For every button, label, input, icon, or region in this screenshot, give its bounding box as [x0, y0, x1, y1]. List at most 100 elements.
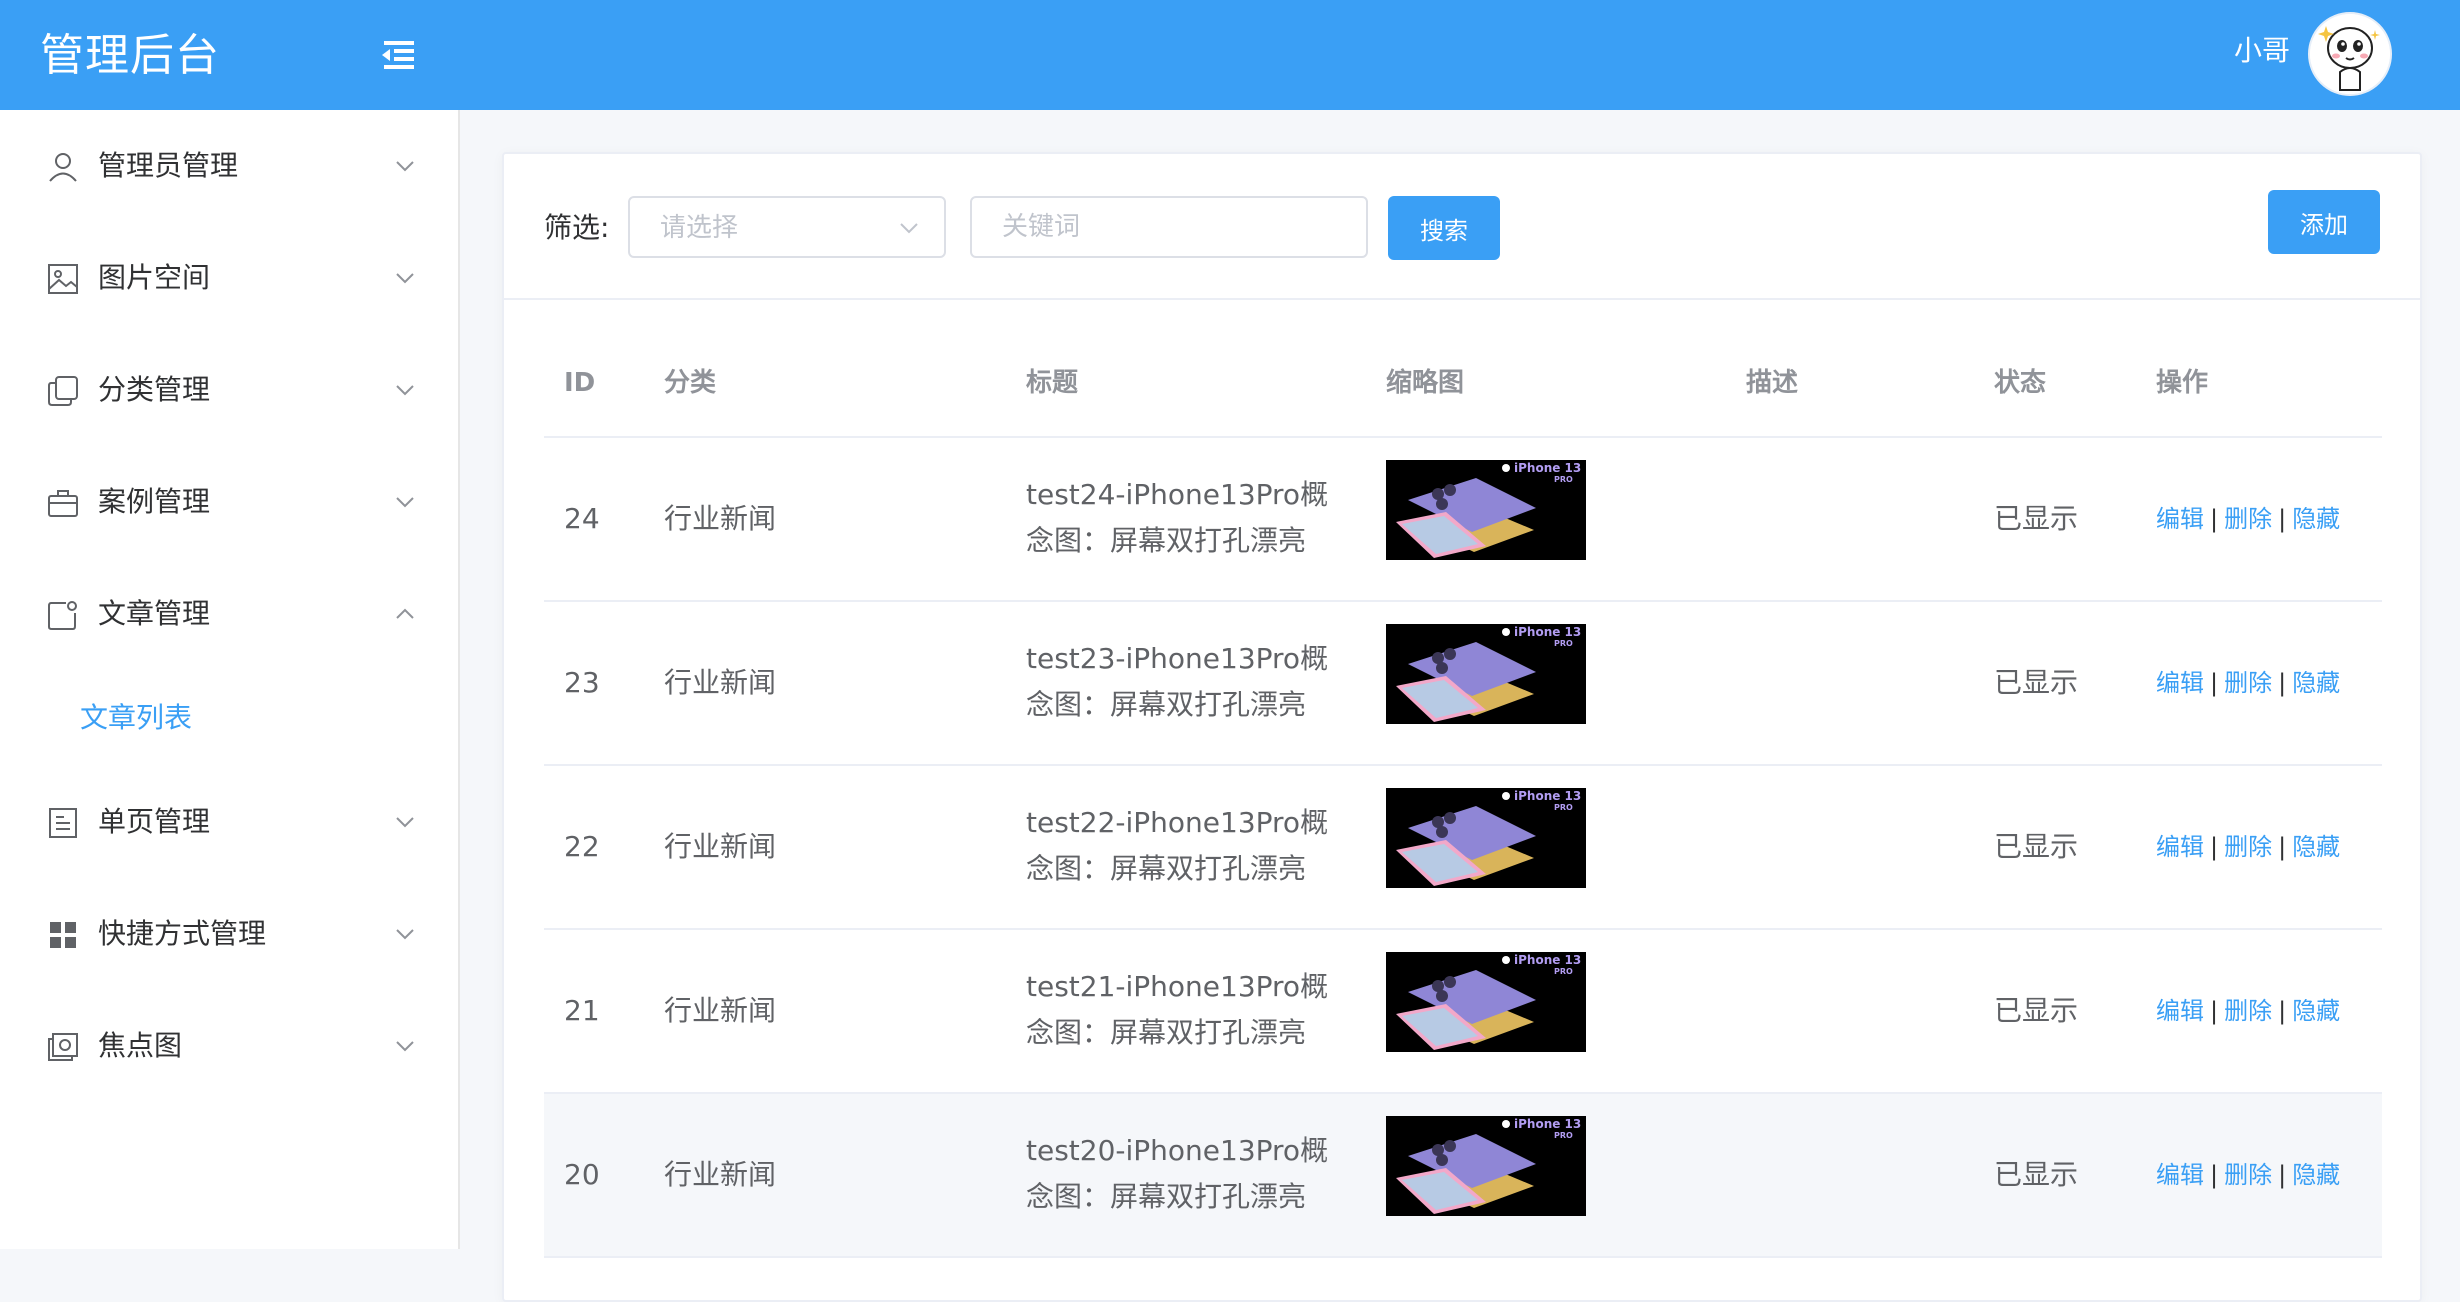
edit-link[interactable]: 编辑: [2156, 833, 2204, 861]
sidebar-item-pages[interactable]: 单页管理: [0, 766, 458, 878]
content-card: 筛选: 请选择 搜索 添加 ID 分类 标题 缩略图 描述 状态 操作 24 行…: [502, 152, 2422, 1302]
table-row: 20 行业新闻 test20-iPhone13Pro概念图：屏幕双打孔漂亮 iP…: [544, 1094, 2382, 1258]
edit-link[interactable]: 编辑: [2156, 997, 2204, 1025]
filter-bar: 筛选: 请选择 搜索 添加: [504, 154, 2420, 300]
column-header-status: 状态: [1994, 368, 2047, 398]
chevron-down-icon: [898, 220, 920, 236]
cell-actions: 编辑 | 删除 | 隐藏: [2156, 660, 2340, 706]
hide-link[interactable]: 隐藏: [2292, 997, 2340, 1025]
edit-link[interactable]: 编辑: [2156, 669, 2204, 697]
copy-icon: [46, 374, 80, 408]
cell-thumbnail: iPhone 13 PRO: [1386, 624, 1586, 724]
sidebar-subitem-label: 文章列表: [80, 701, 193, 734]
hide-link[interactable]: 隐藏: [2292, 669, 2340, 697]
action-separator: |: [2278, 997, 2287, 1025]
chevron-down-icon: [394, 158, 416, 174]
chevron-up-icon: [394, 606, 416, 622]
cell-thumbnail: iPhone 13 PRO: [1386, 788, 1586, 888]
cell-category: 行业新闻: [664, 502, 777, 535]
action-separator: |: [2210, 997, 2219, 1025]
chevron-down-icon: [394, 382, 416, 398]
hide-link[interactable]: 隐藏: [2292, 1161, 2340, 1189]
sidebar-item-admin[interactable]: 管理员管理: [0, 110, 458, 222]
action-separator: |: [2210, 833, 2219, 861]
user-name[interactable]: 小哥: [2234, 34, 2290, 68]
sidebar: 管理员管理 图片空间 分类管理 案例管理 文章管理 文章列表 单页管理 快捷方式…: [0, 110, 460, 1249]
cell-thumbnail: iPhone 13 PRO: [1386, 952, 1586, 1052]
table-row: 22 行业新闻 test22-iPhone13Pro概念图：屏幕双打孔漂亮 iP…: [544, 766, 2382, 930]
sidebar-item-label: 文章管理: [98, 597, 211, 630]
sidebar-item-articles[interactable]: 文章管理: [0, 558, 458, 670]
column-header-id: ID: [564, 368, 596, 398]
thumbnail-sub-text: PRO: [1554, 475, 1573, 484]
briefcase-icon: [46, 486, 80, 520]
hide-link[interactable]: 隐藏: [2292, 505, 2340, 533]
column-header-description: 描述: [1746, 368, 1799, 398]
cell-actions: 编辑 | 删除 | 隐藏: [2156, 988, 2340, 1034]
edit-link[interactable]: 编辑: [2156, 505, 2204, 533]
category-select[interactable]: 请选择: [628, 196, 946, 258]
cell-actions: 编辑 | 删除 | 隐藏: [2156, 824, 2340, 870]
cell-title: test24-iPhone13Pro概念图：屏幕双打孔漂亮: [1026, 478, 1329, 557]
sidebar-item-label: 案例管理: [98, 485, 211, 518]
thumbnail-sub-text: PRO: [1554, 967, 1573, 976]
user-icon: [46, 150, 80, 184]
sidebar-item-label: 焦点图: [98, 1029, 183, 1062]
chevron-down-icon: [394, 814, 416, 830]
hide-link[interactable]: 隐藏: [2292, 833, 2340, 861]
cell-title: test22-iPhone13Pro概念图：屏幕双打孔漂亮: [1026, 806, 1329, 885]
cell-title: test23-iPhone13Pro概念图：屏幕双打孔漂亮: [1026, 642, 1329, 721]
add-button[interactable]: 添加: [2268, 190, 2380, 254]
table-row: 24 行业新闻 test24-iPhone13Pro概念图：屏幕双打孔漂亮 iP…: [544, 438, 2382, 602]
cell-status: 已显示: [1994, 830, 2079, 863]
column-header-thumbnail: 缩略图: [1386, 368, 1465, 398]
cell-category: 行业新闻: [664, 830, 777, 863]
menu-collapse-icon[interactable]: [378, 38, 418, 72]
cell-thumbnail: iPhone 13 PRO: [1386, 460, 1586, 560]
avatar[interactable]: [2308, 12, 2392, 96]
column-header-category: 分类: [664, 368, 717, 398]
column-header-actions: 操作: [2156, 368, 2209, 398]
cell-id: 24: [564, 502, 600, 535]
cell-id: 22: [564, 830, 600, 863]
delete-link[interactable]: 删除: [2224, 833, 2272, 861]
search-button[interactable]: 搜索: [1388, 196, 1500, 260]
cell-id: 20: [564, 1158, 600, 1191]
thumbnail-brand-text: iPhone 13: [1514, 625, 1581, 639]
cell-status: 已显示: [1994, 994, 2079, 1027]
chevron-down-icon: [394, 1038, 416, 1054]
thumbnail-sub-text: PRO: [1554, 639, 1573, 648]
thumbnail-sub-text: PRO: [1554, 1131, 1573, 1140]
delete-link[interactable]: 删除: [2224, 1161, 2272, 1189]
sidebar-subitem-article-list[interactable]: 文章列表: [0, 670, 458, 766]
filter-label: 筛选:: [544, 211, 610, 244]
sidebar-item-cases[interactable]: 案例管理: [0, 446, 458, 558]
app-title: 管理后台: [40, 30, 220, 81]
cell-title: test21-iPhone13Pro概念图：屏幕双打孔漂亮: [1026, 970, 1329, 1049]
sidebar-item-shortcuts[interactable]: 快捷方式管理: [0, 878, 458, 990]
cell-status: 已显示: [1994, 666, 2079, 699]
delete-link[interactable]: 删除: [2224, 505, 2272, 533]
edit-link[interactable]: 编辑: [2156, 1161, 2204, 1189]
cell-id: 23: [564, 666, 600, 699]
article-icon: [46, 598, 80, 632]
thumbnail-brand-text: iPhone 13: [1514, 1117, 1581, 1131]
sidebar-item-images[interactable]: 图片空间: [0, 222, 458, 334]
document-icon: [46, 806, 80, 840]
cell-title: test20-iPhone13Pro概念图：屏幕双打孔漂亮: [1026, 1134, 1329, 1213]
delete-link[interactable]: 删除: [2224, 997, 2272, 1025]
cell-category: 行业新闻: [664, 666, 777, 699]
thumbnail-sub-text: PRO: [1554, 803, 1573, 812]
grid-icon: [46, 918, 80, 952]
cell-category: 行业新闻: [664, 1158, 777, 1191]
cell-status: 已显示: [1994, 502, 2079, 535]
delete-link[interactable]: 删除: [2224, 669, 2272, 697]
sidebar-item-label: 单页管理: [98, 805, 211, 838]
sidebar-item-label: 图片空间: [98, 261, 211, 294]
thumbnail-brand-text: iPhone 13: [1514, 461, 1581, 475]
column-header-title: 标题: [1026, 368, 1079, 398]
sidebar-item-banners[interactable]: 焦点图: [0, 990, 458, 1102]
keyword-input[interactable]: [970, 196, 1368, 258]
top-header: 管理后台 小哥: [0, 0, 2460, 110]
sidebar-item-category[interactable]: 分类管理: [0, 334, 458, 446]
